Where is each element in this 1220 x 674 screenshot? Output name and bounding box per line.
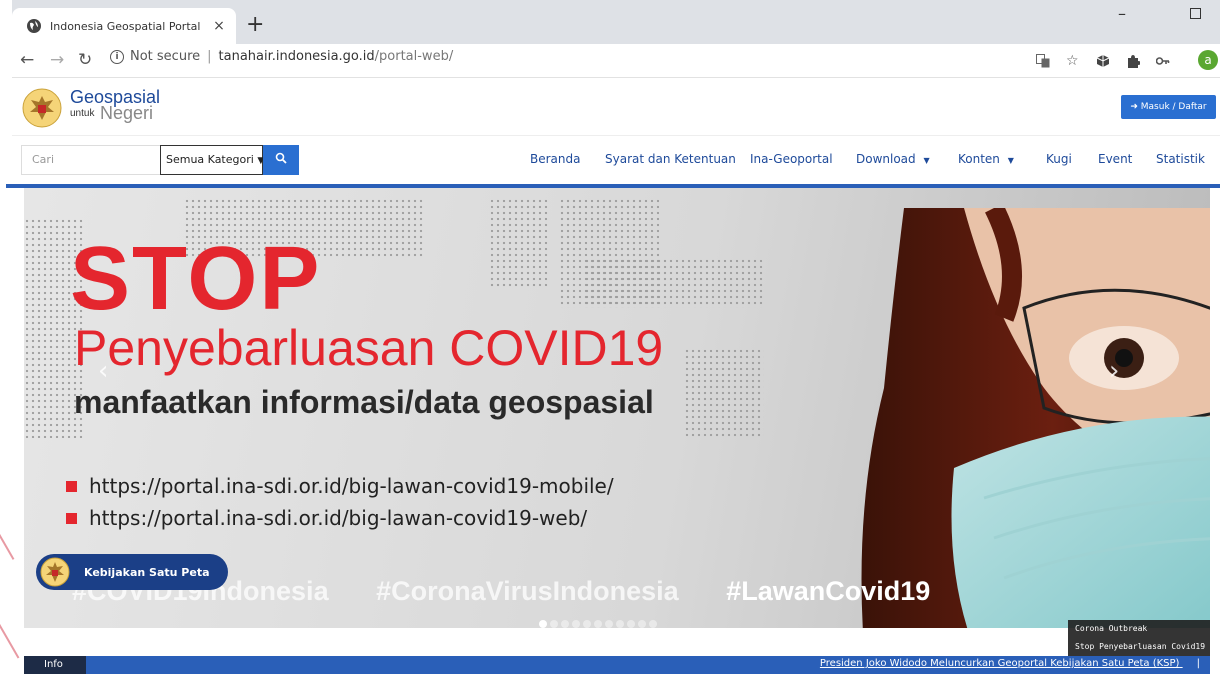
page: Indonesia Geospatial Portal × + – ← → ↻ … — [0, 0, 1220, 674]
masked-woman-photo — [861, 208, 1210, 628]
info-icon[interactable]: i — [110, 49, 124, 64]
back-arrow-icon[interactable]: ← — [20, 50, 34, 70]
garuda-emblem-icon[interactable] — [22, 88, 62, 128]
browser-tab[interactable]: Indonesia Geospatial Portal × — [12, 8, 236, 44]
nav-item-ina-geoportal[interactable]: Ina-Geoportal — [750, 152, 833, 166]
key-icon[interactable] — [1156, 55, 1170, 67]
news-item-corona-outbreak[interactable]: Corona Outbreak — [1068, 620, 1210, 638]
kebijakan-satu-peta-label: Kebijakan Satu Peta — [84, 565, 210, 579]
reload-icon[interactable]: ↻ — [78, 50, 92, 70]
carousel-indicator-dot[interactable] — [572, 620, 580, 628]
main-navbar: Cari Semua Kategori ▼ Beranda Syarat dan… — [12, 136, 1220, 184]
search-button[interactable] — [263, 145, 299, 175]
hero-link-mobile[interactable]: https://portal.ina-sdi.or.id/big-lawan-c… — [66, 474, 614, 498]
hero-stop-text: STOP — [70, 229, 322, 329]
search-icon — [275, 152, 287, 164]
info-tag: Info — [24, 656, 86, 674]
carousel-indicator-dot[interactable] — [616, 620, 624, 628]
bookmark-star-icon[interactable]: ☆ — [1066, 53, 1079, 69]
carousel-prev-arrow-icon[interactable]: ‹ — [98, 356, 108, 386]
carousel-next-arrow-icon[interactable]: › — [1109, 356, 1119, 386]
brand-untuk: untuk — [70, 108, 95, 119]
carousel-indicator-dot[interactable] — [594, 620, 602, 628]
info-bar: Info Presiden Joko Widodo Meluncurkan Ge… — [24, 656, 1210, 674]
forward-arrow-icon[interactable]: → — [50, 50, 64, 70]
site-header: Geospasial untuk Negeri ➜ Masuk / Daftar — [12, 78, 1220, 136]
carousel-indicators — [539, 620, 657, 628]
carousel-indicator-dot[interactable] — [627, 620, 635, 628]
hashtag-coronavirusindonesia: #CoronaVirusIndonesia — [376, 576, 679, 606]
hero-tagline: manfaatkan informasi/data geospasial — [74, 384, 654, 420]
new-tab-button[interactable]: + — [246, 14, 264, 36]
carousel-indicator-dot[interactable] — [605, 620, 613, 628]
security-label: Not secure — [130, 49, 201, 64]
tab-title: Indonesia Geospatial Portal — [50, 19, 201, 33]
nav-item-download[interactable]: Download ▼ — [856, 152, 930, 166]
world-map-dots — [684, 348, 764, 438]
url-domain: tanahair.indonesia.go.id — [218, 49, 375, 64]
extensions-puzzle-icon[interactable] — [1126, 54, 1140, 68]
news-ticker[interactable]: Presiden Joko Widodo Meluncurkan Geoport… — [820, 658, 1200, 669]
nav-item-syarat-dan-ketentuan[interactable]: Syarat dan Ketentuan — [605, 152, 736, 166]
search-input[interactable]: Cari — [21, 145, 161, 175]
nav-item-statistik[interactable]: Statistik — [1156, 152, 1205, 166]
carousel-indicator-dot[interactable] — [583, 620, 591, 628]
nav-item-event[interactable]: Event — [1098, 152, 1132, 166]
nav-item-konten[interactable]: Konten ▼ — [958, 152, 1014, 166]
carousel-indicator-dot[interactable] — [638, 620, 646, 628]
caret-down-icon: ▼ — [1007, 156, 1014, 165]
hero-link-web[interactable]: https://portal.ina-sdi.or.id/big-lawan-c… — [66, 506, 587, 530]
red-bullet-icon — [66, 512, 77, 524]
news-ticker-text: Presiden Joko Widodo Meluncurkan Geoport… — [819, 658, 1180, 669]
browser-toolbar: ← → ↻ i Not secure | tanahair.indonesia.… — [12, 44, 1220, 78]
login-label: Masuk / Daftar — [1140, 102, 1207, 112]
world-map-dots — [584, 258, 764, 308]
hero-link-mobile-text: https://portal.ina-sdi.or.id/big-lawan-c… — [89, 474, 614, 498]
category-selected-label: Semua Kategori — [166, 153, 254, 166]
kebijakan-satu-peta-button[interactable]: Kebijakan Satu Peta — [36, 554, 228, 590]
hashtag-lawancovid19: #LawanCovid19 — [726, 576, 931, 606]
carousel-indicator-dot[interactable] — [539, 620, 547, 628]
close-tab-icon[interactable]: × — [210, 18, 228, 34]
url-path: /portal-web/ — [374, 49, 454, 64]
garuda-emblem-icon — [40, 557, 70, 587]
minimize-window-button[interactable]: – — [1118, 4, 1126, 23]
carousel-indicator-dot[interactable] — [649, 620, 657, 628]
world-map-dots — [489, 198, 549, 288]
translate-icon[interactable] — [1036, 54, 1050, 68]
carousel-indicator-dot[interactable] — [561, 620, 569, 628]
browser-tab-strip: Indonesia Geospatial Portal × + – — [12, 0, 1220, 44]
profile-avatar[interactable]: a — [1198, 50, 1218, 70]
news-list: Corona Outbreak Stop Penyebarluasan Covi… — [1068, 620, 1210, 656]
ticker-separator: | — [1196, 658, 1200, 669]
nav-item-kugi[interactable]: Kugi — [1046, 152, 1072, 166]
maximize-window-button[interactable] — [1190, 8, 1201, 19]
sign-in-icon: ➜ — [1130, 102, 1138, 112]
brand-negeri: Negeri — [100, 103, 154, 123]
address-separator: | — [207, 49, 212, 64]
decorative-line — [0, 520, 22, 560]
category-select[interactable]: Semua Kategori ▼ — [160, 145, 264, 175]
hero-link-web-text: https://portal.ina-sdi.or.id/big-lawan-c… — [89, 506, 588, 530]
login-button[interactable]: ➜ Masuk / Daftar — [1121, 95, 1216, 119]
decorative-line — [0, 601, 27, 659]
nav-konten-label: Konten — [958, 152, 1000, 166]
carousel-indicator-dot[interactable] — [550, 620, 558, 628]
news-item-stop-penyebarluasan[interactable]: Stop Penyebarluasan Covid19 — [1068, 638, 1210, 656]
nav-item-beranda[interactable]: Beranda — [530, 152, 580, 166]
nav-download-label: Download — [856, 152, 916, 166]
extension-cube-icon[interactable] — [1096, 54, 1110, 68]
caret-down-icon: ▼ — [923, 156, 930, 165]
red-bullet-icon — [66, 480, 77, 492]
hero-subtitle: Penyebarluasan COVID19 — [74, 320, 664, 376]
address-bar[interactable]: i Not secure | tanahair.indonesia.go.id … — [110, 49, 453, 64]
globe-icon — [27, 19, 41, 33]
